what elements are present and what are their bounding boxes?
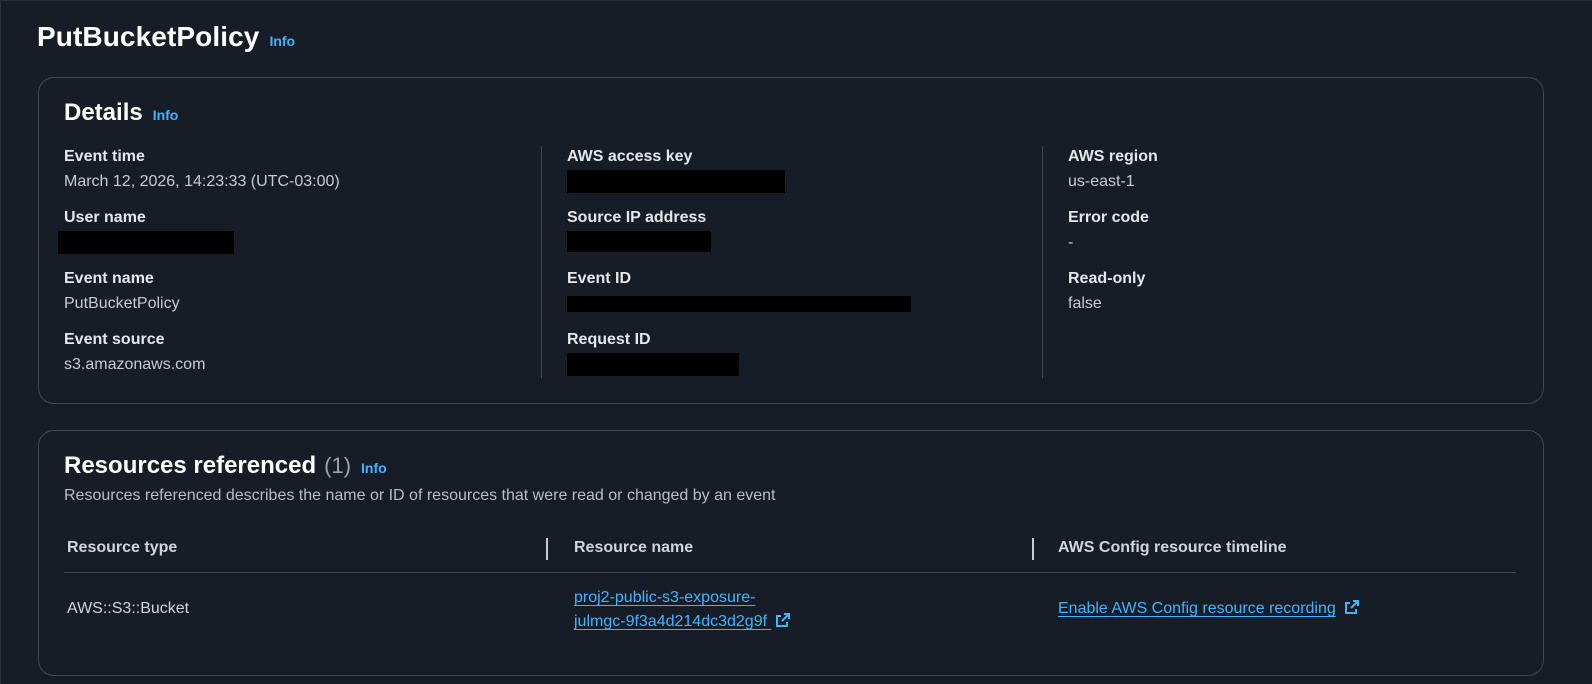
external-link-icon[interactable]: [1344, 599, 1360, 615]
event-time-value: March 12, 2026, 14:23:33 (UTC-03:00): [64, 173, 340, 190]
resource-name-line-1: proj2-public-s3-exposure-: [574, 589, 756, 606]
resources-description: Resources referenced describes the name …: [64, 487, 776, 504]
column-header-resource-name[interactable]: Resource name: [574, 539, 693, 557]
details-column-1: Event time March 12, 2026, 14:23:33 (UTC…: [58, 146, 534, 390]
error-code-label: Error code: [1068, 209, 1149, 226]
resource-name-link[interactable]: proj2-public-s3-exposure- julmgc-9f3a4d2…: [574, 589, 771, 630]
user-name-redacted: [58, 231, 234, 254]
read-only-field: Read-only false: [1068, 268, 1512, 329]
page-title: PutBucketPolicy: [37, 21, 260, 52]
event-source-value: s3.amazonaws.com: [64, 356, 206, 373]
column-resize-handle[interactable]: [1032, 538, 1034, 560]
aws-region-field: AWS region us-east-1: [1068, 146, 1512, 207]
source-ip-field: Source IP address: [567, 207, 1011, 268]
details-header: Details Info: [64, 99, 178, 127]
details-info-link[interactable]: Info: [153, 107, 179, 123]
resource-name-line-2: julmgc-9f3a4d214dc3d2g9f: [574, 613, 768, 630]
resources-info-link[interactable]: Info: [361, 460, 387, 476]
table-row: AWS::S3::Bucket proj2-public-s3-exposure…: [64, 573, 1516, 653]
request-id-label: Request ID: [567, 331, 651, 348]
details-column-3: AWS region us-east-1 Error code - Read-o…: [1042, 146, 1512, 378]
event-name-label: Event name: [64, 270, 154, 287]
resources-header: Resources referenced (1) Info: [64, 452, 387, 480]
resources-card: Resources referenced (1) Info Resources …: [38, 430, 1544, 676]
user-name-label: User name: [64, 209, 146, 226]
aws-region-label: AWS region: [1068, 148, 1158, 165]
error-code-field: Error code -: [1068, 207, 1512, 268]
event-time-field: Event time March 12, 2026, 14:23:33 (UTC…: [64, 146, 534, 207]
resource-type-cell: AWS::S3::Bucket: [67, 600, 190, 617]
event-name-field: Event name PutBucketPolicy: [64, 268, 534, 329]
event-id-field: Event ID: [567, 268, 1011, 329]
event-id-label: Event ID: [567, 270, 632, 287]
enable-config-recording-link[interactable]: Enable AWS Config resource recording: [1058, 600, 1336, 617]
read-only-value: false: [1068, 295, 1102, 312]
resources-title: Resources referenced: [64, 452, 317, 479]
event-name-value: PutBucketPolicy: [64, 295, 180, 312]
column-header-config-timeline[interactable]: AWS Config resource timeline: [1058, 539, 1286, 557]
request-id-field: Request ID: [567, 329, 1011, 390]
external-link-icon[interactable]: [775, 612, 791, 628]
resource-name-cell: proj2-public-s3-exposure- julmgc-9f3a4d2…: [574, 586, 791, 634]
source-ip-redacted: [567, 231, 711, 252]
access-key-redacted: [567, 170, 785, 193]
config-timeline-cell: Enable AWS Config resource recording: [1058, 597, 1360, 621]
event-time-label: Event time: [64, 148, 145, 165]
details-title: Details: [64, 99, 143, 126]
read-only-label: Read-only: [1068, 270, 1146, 287]
resources-table: Resource type Resource name AWS Config r…: [64, 531, 1516, 653]
column-resize-handle[interactable]: [546, 538, 548, 560]
resources-count: (1): [324, 453, 352, 478]
page-header: PutBucketPolicy Info: [37, 21, 295, 53]
error-code-value: -: [1068, 234, 1074, 251]
access-key-label: AWS access key: [567, 148, 693, 165]
request-id-redacted: [567, 353, 739, 376]
page-info-link[interactable]: Info: [269, 33, 295, 49]
event-id-redacted: [567, 296, 911, 312]
access-key-field: AWS access key: [567, 146, 1011, 207]
cloudtrail-event-detail-page: PutBucketPolicy Info Details Info Event …: [0, 0, 1592, 684]
details-column-2: AWS access key Source IP address Event I…: [541, 146, 1011, 378]
column-header-resource-type[interactable]: Resource type: [67, 539, 177, 557]
event-source-label: Event source: [64, 331, 165, 348]
user-name-field: User name: [58, 207, 534, 268]
source-ip-label: Source IP address: [567, 209, 707, 226]
event-source-field: Event source s3.amazonaws.com: [64, 329, 534, 390]
details-card: Details Info Event time March 12, 2026, …: [38, 77, 1544, 404]
aws-region-value: us-east-1: [1068, 173, 1135, 190]
table-header: Resource type Resource name AWS Config r…: [64, 531, 1516, 573]
